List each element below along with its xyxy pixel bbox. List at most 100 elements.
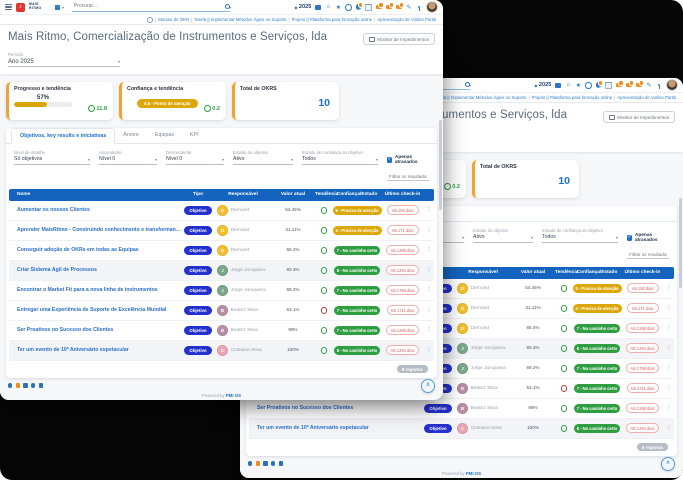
menu-icon[interactable] <box>5 4 12 10</box>
row-menu-icon[interactable]: ⋮ <box>664 405 674 411</box>
row-menu-icon[interactable]: ⋮ <box>664 345 674 351</box>
brand-link[interactable]: PMI OS <box>466 471 481 476</box>
search-icon[interactable] <box>465 82 470 87</box>
late-only-checkbox[interactable]: ✓ <box>627 235 632 242</box>
row-menu-icon[interactable]: ⋮ <box>424 227 434 233</box>
row-menu-icon[interactable]: ⋮ <box>664 305 674 311</box>
row-menu-icon[interactable]: ⋮ <box>664 385 674 391</box>
calendar-icon[interactable] <box>365 4 372 11</box>
late-only-checkbox[interactable]: ✓ <box>387 157 392 164</box>
row-menu-icon[interactable]: ⋮ <box>664 425 674 431</box>
filter-select[interactable]: Estado de confiança do objetivo Todos ▾ <box>542 228 618 261</box>
gallery-icon[interactable] <box>555 82 562 89</box>
tab[interactable]: Árvore <box>115 128 147 143</box>
impediments-monitor-button[interactable]: Monitor de Impedimentos <box>603 111 675 123</box>
objective-link[interactable]: Entregar uma Experiência de Suporte de E… <box>9 307 181 313</box>
user-avatar[interactable] <box>666 79 678 91</box>
scroll-to-top-button[interactable]: ∧ <box>421 379 435 393</box>
footer-icon-3[interactable] <box>263 461 267 465</box>
objective-link[interactable]: Ser Proativos no Sucesso dos Clientes <box>249 405 421 411</box>
gear-icon[interactable] <box>147 17 153 23</box>
footer-icon-1[interactable] <box>248 461 252 465</box>
feedback-icon[interactable] <box>396 4 403 11</box>
breadcrumb-link[interactable]: | Projeto || Plataforma para formação on… <box>528 95 612 100</box>
gallery-icon[interactable] <box>315 4 322 11</box>
footer-icon-2[interactable] <box>256 461 260 465</box>
home-icon[interactable]: ⌂ <box>325 4 332 11</box>
row-menu-icon[interactable]: ⋮ <box>424 287 434 293</box>
filter-select[interactable]: Descendente Nível 0 ▾ <box>166 150 224 183</box>
row-menu-icon[interactable]: ⋮ <box>424 347 434 353</box>
row-menu-icon[interactable]: ⋮ <box>424 207 434 213</box>
footer-icon-5[interactable] <box>39 383 43 387</box>
objective-link[interactable]: Ser Proativos no Sucesso dos Clientes <box>9 327 181 333</box>
search-icon[interactable] <box>225 4 230 9</box>
row-menu-icon[interactable]: ⋮ <box>424 307 434 313</box>
row-menu-icon[interactable]: ⋮ <box>664 285 674 291</box>
footer-icon-1[interactable] <box>8 383 12 387</box>
chat-icon[interactable] <box>376 4 383 11</box>
brand-link[interactable]: PMI OS <box>226 393 241 398</box>
foreground-window[interactable]: ♪ MAISRITMO ▾ ◆ 2025 ⌂ ★ <box>0 0 443 400</box>
user-avatar[interactable] <box>426 1 438 13</box>
breadcrumb-link[interactable]: | Monitor de OKR <box>155 17 189 22</box>
objective-link[interactable]: Ter um evento de 10º Aniversário espetac… <box>249 425 421 431</box>
breadcrumb-link[interactable]: | Apresentação de Violino Partiti <box>614 95 676 100</box>
year-selector[interactable]: ◆ 2025 <box>294 4 311 10</box>
tab[interactable]: KPI <box>182 128 207 143</box>
footer-icon-2[interactable] <box>16 383 20 387</box>
row-menu-icon[interactable]: ⋮ <box>664 365 674 371</box>
share-icon[interactable] <box>355 4 362 11</box>
row-menu-icon[interactable]: ⋮ <box>424 267 434 273</box>
objective-link[interactable]: Aumentar os nossos Clientes <box>9 207 181 213</box>
breadcrumb-link[interactable]: | Tarefa || Implementar Métodos Ágeis no… <box>191 17 286 22</box>
results-filter-input[interactable] <box>387 173 429 181</box>
row-menu-icon[interactable]: ⋮ <box>424 247 434 253</box>
star-icon[interactable]: ★ <box>335 4 342 11</box>
calendar-icon[interactable] <box>605 82 612 89</box>
filter-select[interactable]: Estado do objetivo Ativo ▾ <box>233 150 293 183</box>
objective-link[interactable]: Criar Sistema Ágil de Processos <box>9 267 181 273</box>
objective-link[interactable]: Encontrar o Market Fit para a nova linha… <box>9 287 181 293</box>
scrollbar[interactable] <box>679 198 682 288</box>
breadcrumb-link[interactable]: | Tarefa || Implementar Métodos Ágeis no… <box>431 95 526 100</box>
filter-select[interactable]: Ascendente Nível 0 ▾ <box>99 150 157 183</box>
edit-icon[interactable]: ✎ <box>646 82 653 89</box>
star-icon[interactable]: ★ <box>575 82 582 89</box>
impediments-monitor-button[interactable]: Monitor de Impedimentos <box>363 33 435 45</box>
filter-select[interactable]: Estado de confiança do objetivo Todos ▾ <box>302 150 378 183</box>
objective-link[interactable]: Ter um evento de 10º Aniversário espetac… <box>9 347 181 353</box>
filter-select[interactable]: Nível de detalhe Só objetivos ▾ <box>14 150 90 183</box>
pin-icon[interactable] <box>656 82 663 89</box>
edit-icon[interactable]: ✎ <box>406 4 413 11</box>
search-input[interactable] <box>72 2 226 10</box>
filter-select[interactable]: Estado do objetivo Ativo ▾ <box>473 228 533 261</box>
pin-icon[interactable] <box>416 4 423 11</box>
footer-icon-4[interactable] <box>31 383 35 387</box>
tab[interactable]: Equipas <box>147 128 182 143</box>
history-icon[interactable] <box>345 4 352 11</box>
objective-link[interactable]: Conseguir adoção de OKRs em todas as Equ… <box>9 247 181 253</box>
row-menu-icon[interactable]: ⋮ <box>664 325 674 331</box>
comments-icon[interactable] <box>626 82 633 89</box>
org-selector[interactable]: ▾ <box>55 5 64 10</box>
footer-icon-5[interactable] <box>279 461 283 465</box>
footer-icon-4[interactable] <box>271 461 275 465</box>
results-filter-input[interactable] <box>627 251 669 259</box>
app-logo[interactable]: ♪ <box>16 3 25 12</box>
share-icon[interactable] <box>595 82 602 89</box>
history-icon[interactable] <box>585 82 592 89</box>
period-select[interactable]: Período Ano 2025 ▾ <box>8 52 120 67</box>
scroll-to-top-button[interactable]: ∧ <box>661 457 675 471</box>
breadcrumb-link[interactable]: | Apresentação de Violino Partiti <box>374 17 436 22</box>
breadcrumb-link[interactable]: | Projeto || Plataforma para formação on… <box>288 17 372 22</box>
tab[interactable]: Objetivos, key results e iniciativas <box>11 128 115 144</box>
scrollbar[interactable] <box>439 120 442 210</box>
feedback-icon[interactable] <box>636 82 643 89</box>
year-selector[interactable]: ◆ 2025 <box>534 82 551 88</box>
footer-icon-3[interactable] <box>23 383 27 387</box>
row-menu-icon[interactable]: ⋮ <box>424 327 434 333</box>
objective-link[interactable]: Aprender MaisRitmo - Construindo conheci… <box>9 227 181 233</box>
home-icon[interactable]: ⌂ <box>565 82 572 89</box>
chat-icon[interactable] <box>616 82 623 89</box>
